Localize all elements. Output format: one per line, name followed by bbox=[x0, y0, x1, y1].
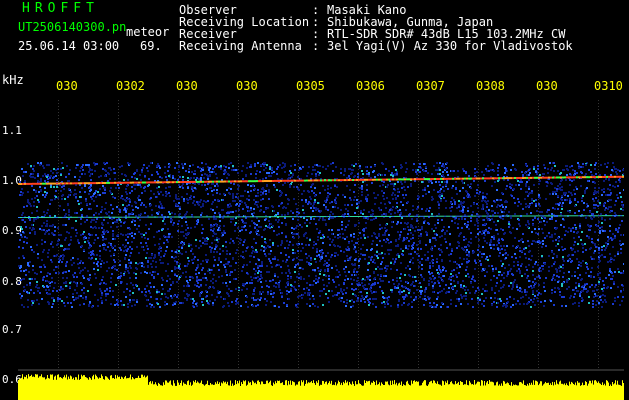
audio-level-strip bbox=[18, 374, 624, 400]
spectrogram-plot bbox=[18, 100, 624, 380]
app-title: HROFFT bbox=[22, 1, 99, 16]
time-tick-label: 030 bbox=[536, 79, 558, 93]
time-tick-label: 030 bbox=[176, 79, 198, 93]
time-tick-label: 0308 bbox=[476, 79, 505, 93]
file-name: UT2506140300.pn bbox=[18, 20, 127, 34]
freq-unit-label: kHz bbox=[2, 73, 24, 87]
detection-count: 69. bbox=[140, 39, 162, 53]
time-tick-label: 0302 bbox=[116, 79, 145, 93]
antenna-sep: : bbox=[312, 39, 320, 53]
time-tick-label: 0307 bbox=[416, 79, 445, 93]
time-tick-label: 0306 bbox=[356, 79, 385, 93]
time-tick-label: 0305 bbox=[296, 79, 325, 93]
date-time: 25.06.14 03:00 bbox=[18, 39, 120, 53]
time-tick-label: 030 bbox=[56, 79, 78, 93]
time-tick-label: 0310 bbox=[594, 79, 623, 93]
antenna-value: 3el Yagi(V) Az 330 for Vladivostok bbox=[327, 39, 573, 53]
time-tick-label: 030 bbox=[236, 79, 258, 93]
spectrogram-canvas bbox=[18, 100, 624, 371]
detect-label: meteor bbox=[126, 25, 170, 39]
antenna-key: Receiving Antenna bbox=[179, 39, 302, 53]
